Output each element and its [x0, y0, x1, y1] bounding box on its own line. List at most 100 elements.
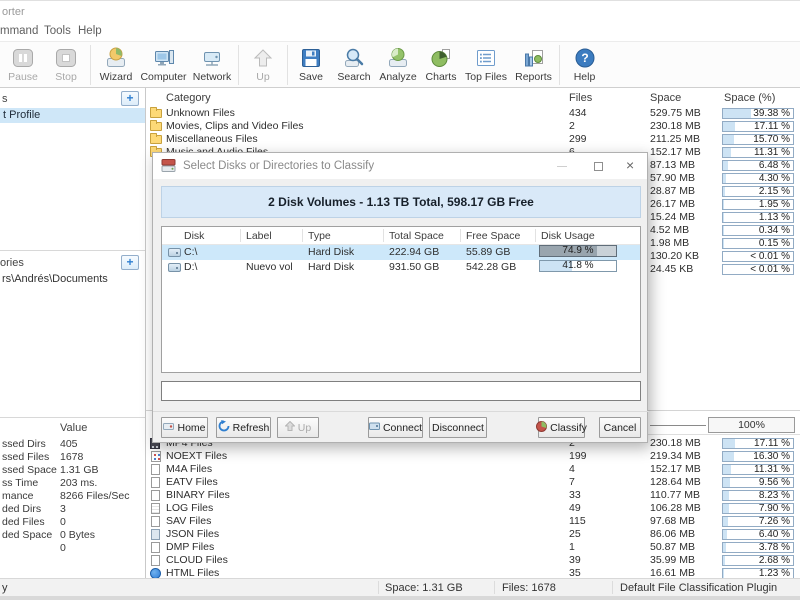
cell-category: CLOUD Files — [166, 554, 228, 566]
table-row[interactable]: Miscellaneous Files 299 211.25 MB 15.70 … — [146, 133, 800, 146]
toolbar-separator — [90, 44, 91, 85]
header-free-space[interactable]: Free Space — [466, 230, 520, 242]
analyze-icon — [385, 46, 411, 70]
network-drive-icon — [368, 421, 380, 434]
bar-label: 41.8 % — [562, 260, 594, 271]
table-row[interactable]: DMP Files 1 50.87 MB 3.78 % — [146, 541, 800, 554]
disk-row[interactable]: C:\ Hard Disk 222.94 GB 55.89 GB 74.9 % — [162, 245, 640, 260]
sidebar-item-profile[interactable]: t Profile — [0, 108, 145, 123]
header-category[interactable]: Category — [166, 92, 211, 104]
dialog-title-bar[interactable]: Select Disks or Directories to Classify … — [153, 153, 647, 179]
classify-button[interactable]: Classify — [536, 417, 587, 438]
table-row[interactable]: SAV Files 115 97.68 MB 7.26 % — [146, 515, 800, 528]
cell-space: 86.06 MB — [650, 528, 695, 540]
header-total-space[interactable]: Total Space — [389, 230, 444, 242]
table-row[interactable]: JSON Files 25 86.06 MB 6.40 % — [146, 528, 800, 541]
table-row[interactable]: EATV Files 7 128.64 MB 9.56 % — [146, 476, 800, 489]
bar-fill — [723, 148, 731, 157]
charts-button[interactable]: Charts — [420, 44, 462, 86]
menu-tools[interactable]: Tools — [44, 25, 71, 37]
file-type-icon — [151, 555, 160, 566]
wizard-button[interactable]: Wizard — [93, 44, 139, 86]
maximize-icon[interactable] — [594, 162, 603, 171]
toolbar-separator — [287, 44, 288, 85]
network-button[interactable]: Network — [188, 44, 236, 86]
stats-value: 8266 Files/Sec — [60, 490, 130, 502]
stats-value: 203 ms. — [60, 477, 98, 489]
connect-button[interactable]: Connect — [368, 417, 423, 438]
header-label[interactable]: Label — [246, 230, 272, 242]
space-percent-bar: 16.30 % — [722, 451, 794, 462]
status-left: y — [2, 582, 8, 594]
header-space[interactable]: Space — [650, 92, 681, 104]
table-row[interactable]: Unknown Files 434 529.75 MB 39.38 % — [146, 107, 800, 120]
status-files: Files: 1678 — [502, 582, 556, 594]
bar-label: 6.40 % — [758, 529, 790, 540]
file-type-icon — [151, 477, 160, 488]
drive-icon — [168, 248, 181, 257]
column-separator — [535, 229, 536, 242]
table-row[interactable]: NOEXT Files 199 219.34 MB 16.30 % — [146, 450, 800, 463]
path-input[interactable] — [161, 381, 641, 401]
reports-button[interactable]: Reports — [510, 44, 557, 86]
stop-button[interactable]: Stop — [44, 44, 88, 86]
cell-free-space: 55.89 GB — [466, 246, 511, 258]
space-percent-bar: 2.68 % — [722, 555, 794, 566]
add-directory-button[interactable]: + — [121, 255, 139, 270]
table-row[interactable]: M4A Files 4 152.17 MB 11.31 % — [146, 463, 800, 476]
menu-bar: mmand Tools Help — [0, 20, 800, 42]
save-button[interactable]: Save — [290, 44, 332, 86]
cell-space: 130.20 KB — [650, 250, 700, 262]
table-row[interactable]: BINARY Files 33 110.77 MB 8.23 % — [146, 489, 800, 502]
top-files-button[interactable]: Top Files — [462, 44, 510, 86]
space-percent-bar: 11.31 % — [722, 464, 794, 475]
header-type[interactable]: Type — [308, 230, 331, 242]
search-button[interactable]: Search — [332, 44, 376, 86]
up-button[interactable]: Up — [277, 417, 319, 438]
cell-category: EATV Files — [166, 476, 218, 488]
bar-label: 2.68 % — [758, 555, 790, 566]
menu-command[interactable]: mmand — [0, 25, 38, 37]
add-profile-button[interactable]: + — [121, 91, 139, 106]
stats-label: ssed Dirs — [2, 438, 46, 450]
close-icon[interactable]: × — [626, 158, 634, 172]
computer-button[interactable]: Computer — [139, 44, 188, 86]
refresh-button[interactable]: Refresh — [216, 417, 271, 438]
cell-space: 211.25 MB — [650, 133, 701, 145]
cell-space: 152.17 MB — [650, 146, 701, 158]
title-bar[interactable]: orter — [0, 0, 800, 20]
header-files[interactable]: Files — [569, 92, 592, 104]
table-row[interactable]: LOG Files 49 106.28 MB 7.90 % — [146, 502, 800, 515]
header-disk[interactable]: Disk — [184, 230, 204, 242]
header-disk-usage[interactable]: Disk Usage — [541, 230, 595, 242]
analyze-button[interactable]: Analyze — [376, 44, 420, 86]
sidebar-item-directory[interactable]: rs\Andrés\Documents — [0, 272, 145, 287]
profiles-header: s — [2, 93, 8, 105]
table-row[interactable]: Movies, Clips and Video Files 2 230.18 M… — [146, 120, 800, 133]
help-button[interactable]: ? Help — [562, 44, 607, 86]
stats-row: ded Space 0 Bytes — [0, 529, 145, 542]
menu-help[interactable]: Help — [78, 25, 102, 37]
disconnect-button[interactable]: Disconnect — [429, 417, 487, 438]
svg-text:?: ? — [581, 51, 588, 65]
table-row[interactable]: CLOUD Files 39 35.99 MB 2.68 % — [146, 554, 800, 567]
header-space-percent[interactable]: Space (%) — [724, 92, 775, 104]
stats-label: ded Dirs — [2, 503, 42, 515]
bar-fill — [723, 543, 726, 552]
cell-files: 33 — [569, 489, 581, 501]
header-line — [650, 425, 706, 426]
drive-icon — [168, 263, 181, 272]
app-window: orter mmand Tools Help Pause Stop Wizard… — [0, 0, 800, 600]
disk-row[interactable]: D:\ Nuevo vol Hard Disk 931.50 GB 542.28… — [162, 260, 640, 275]
cell-space: 4.52 MB — [650, 224, 690, 236]
percent-scale-header[interactable]: 100% — [708, 417, 795, 433]
bar-fill — [723, 109, 751, 118]
bar-fill — [723, 465, 731, 474]
pause-button[interactable]: Pause — [2, 44, 44, 86]
up-button[interactable]: Up — [241, 44, 285, 86]
bar-fill — [723, 491, 729, 500]
cancel-button[interactable]: Cancel — [599, 417, 641, 438]
search-icon — [341, 46, 367, 70]
home-button[interactable]: Home — [161, 417, 208, 438]
minimize-icon[interactable] — [557, 166, 567, 167]
